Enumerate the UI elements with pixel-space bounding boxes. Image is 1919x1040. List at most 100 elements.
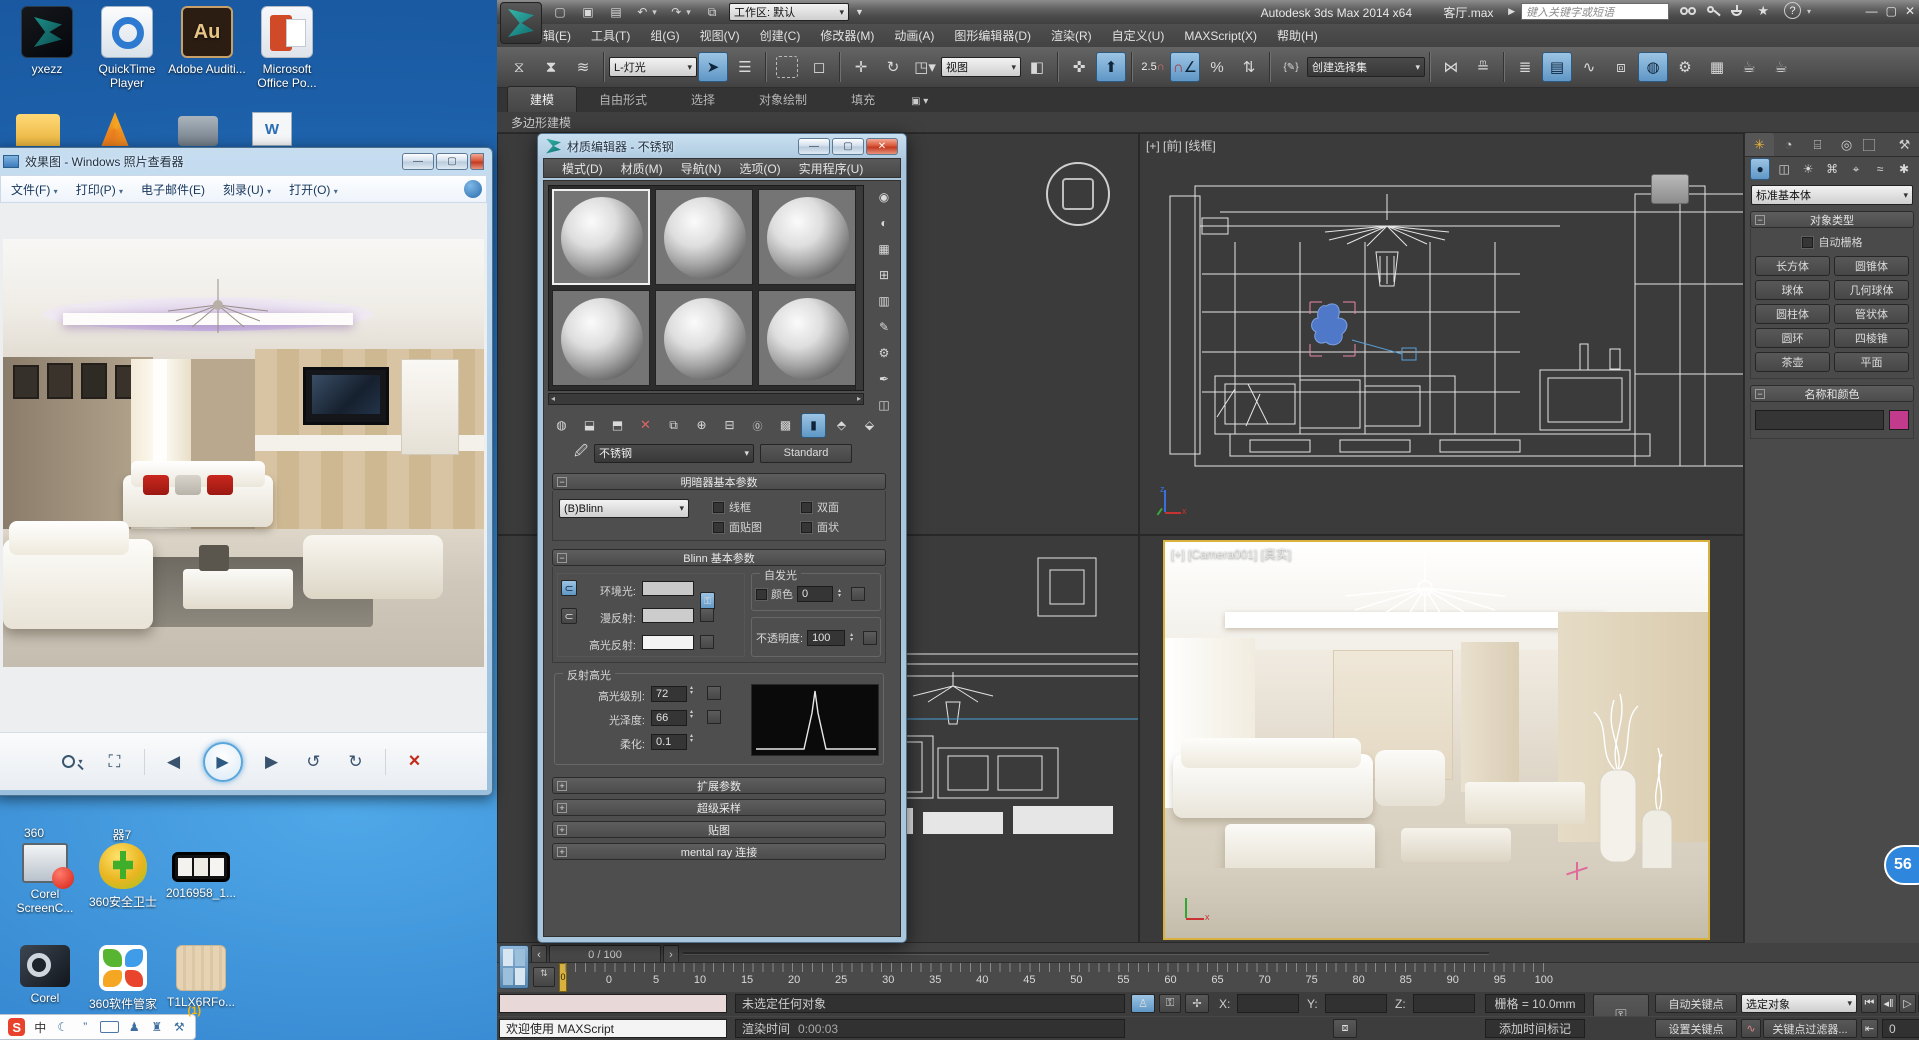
open-mini-curve-editor-icon[interactable]: ⇅ [533, 967, 555, 987]
z-coordinate-field[interactable] [1413, 994, 1475, 1013]
help-caret-icon[interactable]: ▾ [1807, 7, 1811, 16]
maxscript-mini-listener-pink[interactable] [499, 994, 727, 1013]
material-editor-close-button[interactable]: ✕ [866, 138, 898, 155]
infocenter-arrow-icon[interactable]: ▶ [1508, 6, 1515, 17]
soften-spinner[interactable]: ▴▾ [690, 734, 693, 744]
rotate-counterclockwise-icon[interactable]: ↺ [301, 749, 327, 775]
rotate-clockwise-icon[interactable]: ↻ [343, 749, 369, 775]
specular-map-button[interactable] [700, 635, 714, 649]
desktop-icon-corel-video[interactable]: Corel [6, 945, 84, 1005]
viewport-front-label[interactable]: [+] [前] [线框] [1146, 137, 1216, 154]
angle-snap-icon[interactable]: ∩∠ [1170, 52, 1200, 82]
opacity-map-button[interactable] [863, 631, 877, 645]
photo-viewer-maximize-button[interactable]: ▢ [436, 153, 468, 170]
align-icon[interactable]: ≞ [1468, 52, 1498, 82]
viewport-camera-quadrant[interactable]: [+] [Camera001] [真实] x [1139, 535, 1744, 943]
previous-frame-icon[interactable]: ◂‖ [1880, 994, 1897, 1013]
diffuse-color-swatch[interactable] [642, 608, 694, 623]
viewport-layout-button[interactable] [499, 945, 529, 989]
bind-to-space-warp-icon[interactable]: ≋ [568, 52, 598, 82]
favorites-star-icon[interactable]: ★ [1757, 3, 1769, 19]
camera-render-view[interactable]: [+] [Camera001] [真实] x [1163, 540, 1710, 940]
put-material-to-scene-icon[interactable]: ⬓ [577, 413, 602, 438]
vlc-icon-clipped[interactable] [98, 112, 132, 146]
material-name-dropdown[interactable]: 不锈钢 ▾ [594, 444, 754, 463]
edit-named-selections-icon[interactable]: {✎} [1276, 52, 1306, 82]
sample-slot[interactable] [758, 189, 856, 285]
ambient-color-swatch[interactable] [642, 581, 694, 596]
sogou-keyboard-icon[interactable] [100, 1021, 119, 1033]
sample-slot[interactable] [552, 290, 650, 386]
sample-uv-tiling-icon[interactable]: ⊞ [872, 263, 896, 287]
snaps-toggle-icon[interactable]: 2.5∩ [1138, 52, 1168, 82]
face-map-checkbox[interactable] [713, 522, 724, 533]
new-scene-icon[interactable]: ▢ [550, 3, 570, 21]
ribbon-tab-object-paint[interactable]: 对象绘制 [737, 87, 829, 112]
sogou-wrench-icon[interactable]: ⚒ [171, 1019, 187, 1035]
mat-menu-material[interactable]: 材质(M) [613, 160, 671, 177]
category-cameras-icon[interactable]: ⌘ [1822, 158, 1842, 180]
shader-rollout-header[interactable]: − 明暗器基本参数 [552, 473, 886, 490]
glossiness-map-button[interactable] [707, 710, 721, 724]
category-geometry-icon[interactable]: ● [1750, 158, 1770, 180]
pv-menu-open[interactable]: 打开(O) ▾ [289, 181, 338, 198]
ribbon-minimize-icon[interactable]: ▣ ▾ [911, 96, 928, 107]
selection-lock-icon[interactable]: ⚿ [1159, 994, 1181, 1013]
unlink-selection-icon[interactable]: ⧗ [536, 52, 566, 82]
category-shapes-icon[interactable]: ◫ [1774, 158, 1794, 180]
specular-level-field[interactable]: 72 [651, 686, 687, 702]
redo-icon[interactable]: ↷▾ [668, 3, 694, 21]
go-to-start-icon[interactable]: ⏮ [1861, 994, 1878, 1013]
key-mode-toggle-icon[interactable]: ⇤ [1861, 1019, 1878, 1038]
viewport-camera-label[interactable]: [+] [Camera001] [真实] [1171, 545, 1291, 562]
sogou-moon-icon[interactable]: ☾ [55, 1019, 71, 1035]
glossiness-spinner[interactable]: ▴▾ [690, 710, 693, 720]
menu-animation[interactable]: 动画(A) [884, 24, 944, 47]
shader-type-dropdown[interactable]: (B)Blinn ▾ [559, 499, 689, 518]
reference-coordinate-dropdown[interactable]: 视图▾ [941, 57, 1021, 77]
menu-tools[interactable]: 工具(T) [581, 24, 640, 47]
material-type-button[interactable]: Standard [760, 444, 852, 463]
desktop-icon-360-manager[interactable]: 360软件管家 [84, 945, 162, 1012]
specular-level-map-button[interactable] [707, 686, 721, 700]
select-and-rotate-icon[interactable]: ↻ [878, 52, 908, 82]
mat-menu-modes[interactable]: 模式(D) [554, 160, 611, 177]
search-binoculars-icon[interactable] [1679, 4, 1697, 19]
folder-icon-clipped[interactable] [16, 114, 60, 146]
create-tube-button[interactable]: 管状体 [1834, 304, 1909, 324]
backlight-icon[interactable]: ◐ [872, 211, 896, 235]
faceted-checkbox[interactable] [801, 522, 812, 533]
object-type-rollout-header[interactable]: − 对象类型 [1750, 211, 1914, 228]
assign-material-to-selection-icon[interactable]: ⬒ [605, 413, 630, 438]
geometry-category-dropdown[interactable]: 标准基本体▾ [1751, 185, 1913, 205]
create-plane-button[interactable]: 平面 [1834, 352, 1909, 372]
rendered-frame-window-icon[interactable]: ▦ [1702, 52, 1732, 82]
window-crossing-icon[interactable]: ◻ [804, 52, 834, 82]
desktop-icon-360-safe[interactable]: 360安全卫士 [84, 843, 162, 910]
rectangular-selection-region-icon[interactable] [776, 56, 798, 78]
material-id-channel-icon[interactable]: ⓪ [745, 413, 770, 438]
select-and-scale-icon[interactable]: ◳▾ [910, 52, 940, 82]
pv-menu-file[interactable]: 文件(F) ▾ [11, 181, 58, 198]
ribbon-tab-modeling[interactable]: 建模 [507, 86, 577, 112]
max-title-bar[interactable]: ▢ ▣ ▤ ↶▾ ↷▾ ⧉ 工作区: 默认▾ ▼ Autodesk 3ds Ma… [497, 0, 1919, 24]
self-illum-map-button[interactable] [851, 587, 865, 601]
project-folder-icon[interactable]: ⧉ [702, 3, 722, 21]
tab-create-icon[interactable]: ✳ [1745, 133, 1774, 156]
sample-vertical-scrollbar[interactable] [855, 186, 863, 390]
render-iterative-teapot-icon[interactable]: ☕ [1766, 52, 1796, 82]
open-file-icon[interactable]: ▣ [578, 3, 598, 21]
desktop-icon-audition[interactable]: Au Adobe Auditi... [168, 6, 246, 76]
set-key-button[interactable]: 设置关键点 [1655, 1019, 1737, 1038]
autogrid-checkbox[interactable] [1802, 237, 1813, 248]
sogou-input-bar[interactable]: S 中 ☾ ” ♟ ♜ ⚒ (1) [0, 1014, 196, 1040]
scroll-left-icon[interactable]: ◂ [551, 394, 555, 403]
self-illum-value-field[interactable]: 0 [797, 586, 833, 602]
pv-menu-email[interactable]: 电子邮件(E) [141, 181, 205, 198]
ribbon-tab-freeform[interactable]: 自由形式 [577, 87, 669, 112]
sogou-punct-icon[interactable]: ” [77, 1019, 93, 1035]
qat-overflow-icon[interactable]: ▼ [855, 7, 864, 17]
create-cylinder-button[interactable]: 圆柱体 [1755, 304, 1830, 324]
selection-filter-dropdown[interactable]: L-灯光▾ [609, 57, 697, 77]
add-time-tag[interactable]: 添加时间标记 [1485, 1019, 1585, 1038]
